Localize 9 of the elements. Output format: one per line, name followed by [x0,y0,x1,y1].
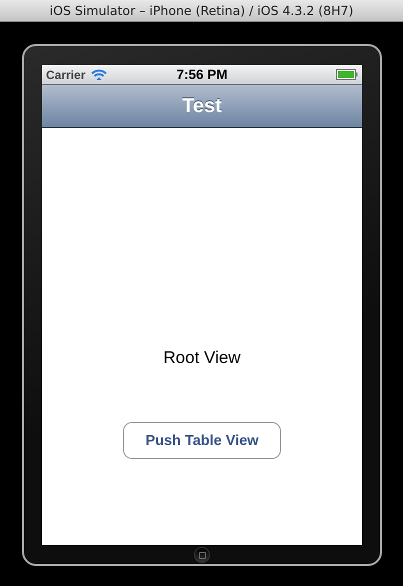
push-table-view-button[interactable]: Push Table View [123,422,281,459]
wifi-icon [91,68,108,80]
nav-title: Test [182,94,222,118]
root-view-label: Root View [163,347,241,369]
home-button[interactable] [194,547,210,563]
window-title: iOS Simulator – iPhone (Retina) / iOS 4.3.2 (8H7) [50,3,354,18]
carrier-label: Carrier [46,68,86,82]
battery-icon [336,69,358,80]
status-time: 7:56 PM [176,67,228,82]
